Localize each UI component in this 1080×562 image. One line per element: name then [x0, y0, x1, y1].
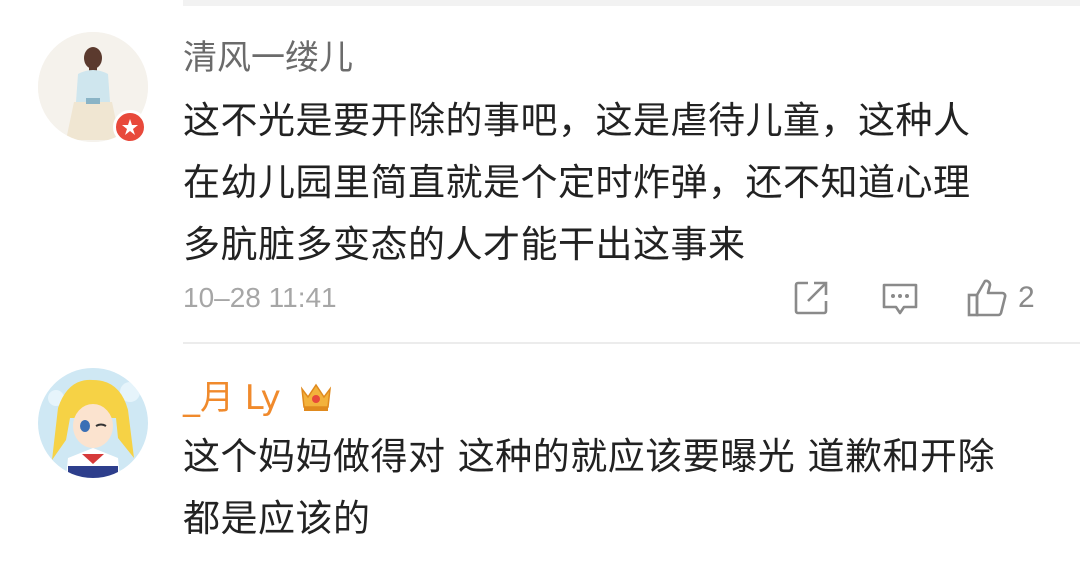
- timestamp: 10–28 11:41: [183, 282, 337, 313]
- comment-icon: [882, 283, 918, 315]
- comment-text: 这不光是要开除的事吧，这是虐待儿童，这种人 在幼儿园里简直就是个定时炸弹，还不知…: [183, 90, 1043, 276]
- avatar-image: [38, 368, 148, 478]
- like-icon: [967, 279, 1007, 317]
- top-divider: [183, 0, 1080, 6]
- crown-badge-icon: [298, 379, 334, 422]
- comment-line: 多肮脏多变态的人才能干出这事来: [183, 223, 746, 266]
- username[interactable]: _月 Ly: [183, 378, 334, 422]
- comment-line: 这不光是要开除的事吧，这是虐待儿童，这种人: [183, 99, 971, 142]
- comment-line: 这个妈妈做得对 这种的就应该要曝光 道歉和开除: [183, 435, 996, 478]
- like-button[interactable]: 2: [966, 277, 1035, 319]
- comment-text: 这个妈妈做得对 这种的就应该要曝光 道歉和开除 都是应该的: [183, 426, 1043, 550]
- username-text: _月 Ly: [183, 378, 281, 418]
- avatar[interactable]: [38, 368, 148, 478]
- share-button[interactable]: [792, 279, 830, 317]
- share-icon: [794, 281, 828, 315]
- comment-line: 在幼儿园里简直就是个定时炸弹，还不知道心理: [183, 161, 971, 204]
- username[interactable]: 清风一缕儿: [183, 38, 353, 78]
- like-count: 2: [1018, 281, 1035, 314]
- reply-button[interactable]: [880, 281, 920, 317]
- verified-badge-icon: [113, 110, 147, 144]
- comment-divider: [183, 342, 1080, 344]
- comment-line: 都是应该的: [183, 497, 371, 540]
